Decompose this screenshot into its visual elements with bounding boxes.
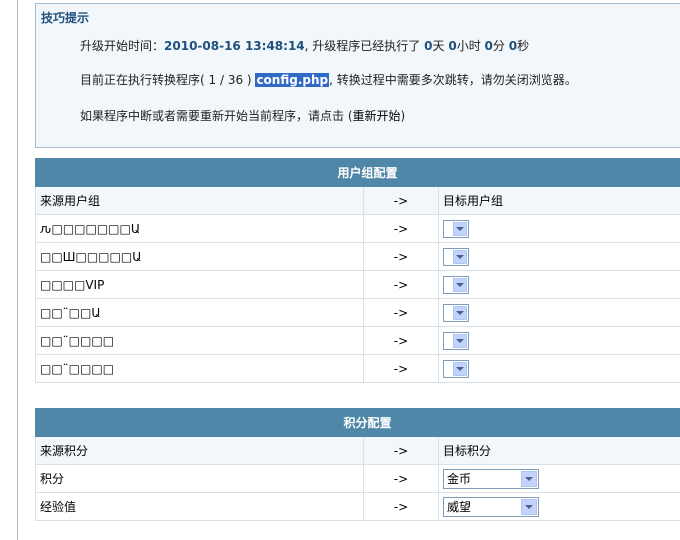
col-source-group: 来源用户组: [35, 186, 364, 215]
credits-header-row: 积分配置: [35, 408, 680, 437]
progress-count: 1 / 36: [208, 73, 244, 87]
selected-value: 金币: [447, 471, 472, 486]
usergroup-header-row: 用户组配置: [35, 158, 680, 187]
source-group-name: □□Ш□□□□□Ա: [35, 242, 364, 271]
source-group-name: □□□□VIP: [35, 270, 364, 299]
tips-panel: 技巧提示 升级开始时间：2010-08-16 13:48:14, 升级程序已经执…: [35, 3, 680, 148]
source-credit-name: 经验值: [35, 492, 364, 521]
target-group-select[interactable]: [443, 331, 469, 350]
usergroup-row: ԉ□□□□□□□Ա ->: [35, 214, 680, 243]
usergroup-row: □□Ш□□□□□Ա ->: [35, 242, 680, 271]
elapsed-minutes: 0: [484, 39, 493, 53]
credits-header: 积分配置: [35, 408, 680, 437]
target-group-select[interactable]: [443, 359, 469, 378]
arrow: ->: [363, 298, 439, 327]
dropdown-arrow-icon: [453, 221, 467, 236]
target-credit-select[interactable]: 金币: [443, 468, 539, 489]
upgrade-time-line: 升级开始时间：2010-08-16 13:48:14, 升级程序已经执行了 0天…: [80, 39, 530, 53]
credits-row: 经验值 -> 威望: [35, 492, 680, 521]
dropdown-arrow-icon: [453, 277, 467, 292]
selected-value: 威望: [447, 499, 472, 514]
target-group-select[interactable]: [443, 247, 469, 266]
dropdown-arrow-icon: [521, 470, 537, 487]
arrow: ->: [363, 464, 439, 493]
target-group-select[interactable]: [443, 219, 469, 238]
target-credit-select[interactable]: 威望: [443, 496, 539, 517]
dropdown-arrow-icon: [453, 305, 467, 320]
credits-row: 积分 -> 金币: [35, 464, 680, 493]
source-group-name: ԉ□□□□□□□Ա: [35, 214, 364, 243]
credits-table: 积分配置 来源积分 -> 目标积分 积分 -> 金币 经验值 -> 威望: [35, 408, 680, 521]
restart-link[interactable]: 重新开始: [353, 109, 401, 123]
source-group-name: □□¨□□Ա: [35, 298, 364, 327]
arrow: ->: [363, 326, 439, 355]
source-credit-name: 积分: [35, 464, 364, 493]
col-source-credit: 来源积分: [35, 436, 364, 465]
usergroup-row: □□¨□□□□ ->: [35, 326, 680, 355]
usergroup-header: 用户组配置: [35, 158, 680, 187]
target-group-select[interactable]: [443, 303, 469, 322]
progress-line: 目前正在执行转换程序( 1 / 36 ) config.php, 转换过程中需要…: [80, 73, 577, 87]
arrow: ->: [363, 492, 439, 521]
col-target-credit: 目标积分: [438, 436, 680, 465]
col-target-group: 目标用户组: [438, 186, 680, 215]
start-time: 2010-08-16 13:48:14: [164, 39, 305, 53]
source-group-name: □□¨□□□□: [35, 326, 364, 355]
elapsed-seconds: 0: [508, 39, 518, 53]
arrow: ->: [363, 214, 439, 243]
usergroup-row: □□□□VIP ->: [35, 270, 680, 299]
arrow: ->: [363, 270, 439, 299]
target-group-select[interactable]: [443, 275, 469, 294]
col-arrow: ->: [363, 186, 439, 215]
source-group-name: □□¨□□□□: [35, 354, 364, 383]
col-arrow: ->: [363, 436, 439, 465]
usergroup-table: 用户组配置 来源用户组 -> 目标用户组 ԉ□□□□□□□Ա -> □□Ш□□□…: [35, 158, 680, 383]
arrow: ->: [363, 242, 439, 271]
dropdown-arrow-icon: [453, 361, 467, 376]
usergroup-column-headers: 来源用户组 -> 目标用户组: [35, 186, 680, 215]
arrow: ->: [363, 354, 439, 383]
dropdown-arrow-icon: [453, 249, 467, 264]
usergroup-row: □□¨□□Ա ->: [35, 298, 680, 327]
elapsed-hours: 0: [448, 39, 457, 53]
tips-title: 技巧提示: [41, 11, 90, 25]
restart-line: 如果程序中断或者需要重新开始当前程序，请点击 (重新开始): [80, 109, 406, 123]
left-border-line: [17, 0, 18, 540]
dropdown-arrow-icon: [521, 498, 537, 515]
credits-column-headers: 来源积分 -> 目标积分: [35, 436, 680, 465]
dropdown-arrow-icon: [453, 333, 467, 348]
current-file: config.php: [255, 73, 330, 87]
usergroup-row: □□¨□□□□ ->: [35, 354, 680, 383]
